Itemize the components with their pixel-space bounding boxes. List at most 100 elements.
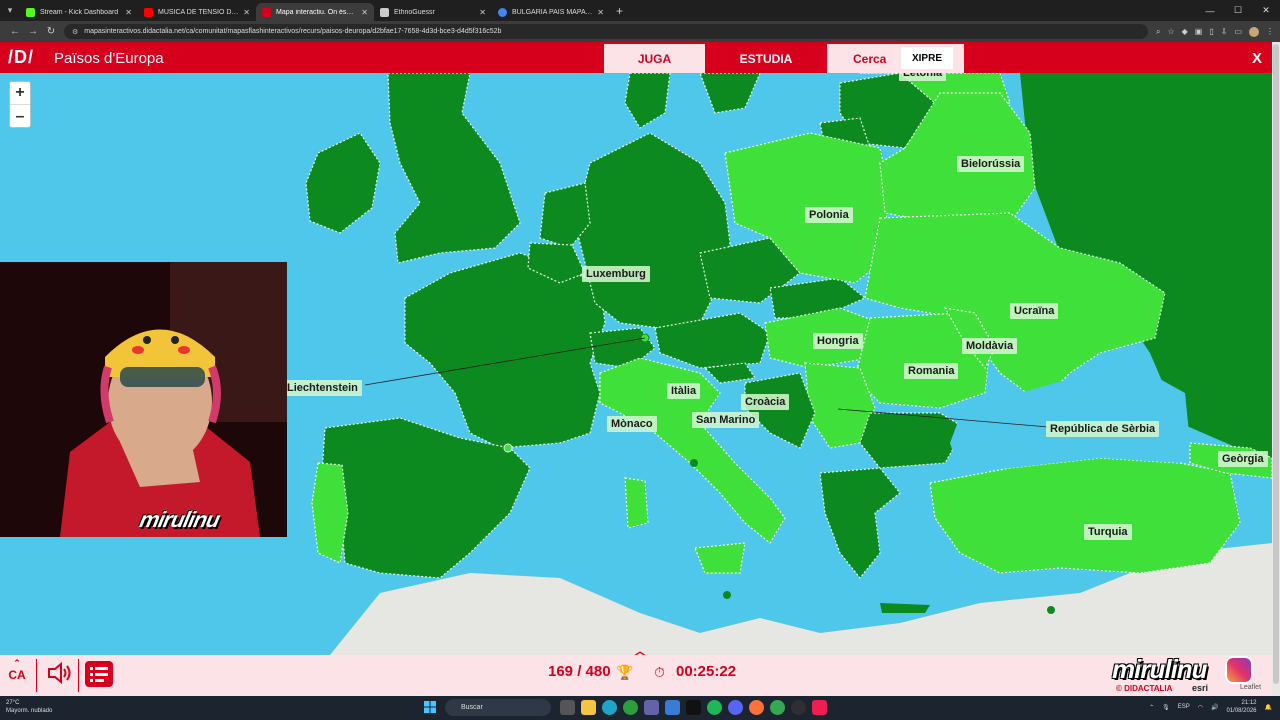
close-tab-icon[interactable]: ✕ — [479, 8, 486, 17]
browser-tab-kick[interactable]: Stream - Kick Dashboard ✕ — [20, 3, 138, 21]
browser-tab-google[interactable]: BULGARIA PAIS MAPA - Cerca ... ✕ — [492, 3, 610, 21]
extension-icon[interactable]: ◆ — [1182, 27, 1188, 36]
country-andorra-marker[interactable] — [503, 443, 513, 453]
bookmark-star-icon[interactable]: ☆ — [1167, 27, 1174, 36]
label-croacia[interactable]: Croàcia — [741, 394, 790, 410]
system-clock[interactable]: 21:12 01/08/2026 — [1226, 699, 1256, 715]
windows-start-icon[interactable] — [424, 701, 436, 713]
sidebar-icon[interactable]: ▯ — [1209, 27, 1213, 36]
country-portugal[interactable] — [311, 462, 349, 564]
close-tab-icon[interactable]: ✕ — [597, 8, 604, 17]
teams-icon[interactable] — [644, 700, 659, 715]
wifi-icon[interactable]: ◠ — [1198, 704, 1203, 711]
volume-icon[interactable]: 🔊 — [1211, 704, 1218, 711]
tiktok-icon[interactable] — [686, 700, 701, 715]
sound-icon[interactable] — [46, 661, 72, 685]
didactalia-credit[interactable]: © DIDACTALIA — [1116, 684, 1172, 693]
label-monaco[interactable]: Mònaco — [607, 416, 657, 432]
country-sardinia[interactable] — [624, 477, 649, 529]
input-language[interactable]: ESP — [1178, 704, 1190, 710]
label-moldavia[interactable]: Moldàvia — [962, 338, 1018, 354]
country-sicily[interactable] — [694, 542, 746, 574]
close-window-icon[interactable]: ✕ — [1252, 0, 1280, 21]
country-croatia[interactable] — [744, 372, 816, 449]
discord-icon[interactable] — [728, 700, 743, 715]
label-polonia[interactable]: Polonia — [805, 207, 853, 223]
cast-icon[interactable]: ▭ — [1234, 27, 1242, 36]
country-germany[interactable] — [574, 132, 731, 329]
country-greece-area[interactable] — [819, 467, 901, 579]
microphone-icon[interactable]: 🎙 — [1162, 704, 1170, 711]
country-search-input[interactable]: XIPRE — [901, 47, 953, 69]
label-bielorussia[interactable]: Bielorússia — [957, 156, 1025, 172]
country-turkey[interactable] — [929, 457, 1241, 574]
browser-tab-ethnoguessr[interactable]: EthnoGuessr ✕ — [374, 3, 492, 21]
xbox-icon[interactable] — [623, 700, 638, 715]
weather-widget[interactable]: 27°C Mayorm. nublado — [6, 699, 52, 715]
browser-tab-music[interactable]: MÚSICA DE TENSIÓ D''EL... ✕ — [138, 3, 256, 21]
leaflet-credit[interactable]: Leaflet — [1240, 684, 1261, 691]
obs-icon[interactable] — [791, 700, 806, 715]
taskbar-search[interactable]: Buscar — [445, 699, 551, 716]
tiktok-live-icon[interactable] — [812, 700, 827, 715]
country-france[interactable] — [404, 252, 606, 449]
country-list-button[interactable] — [85, 661, 113, 687]
menu-kebab-icon[interactable]: ⋮ — [1266, 27, 1274, 36]
close-tab-icon[interactable]: ✕ — [125, 8, 132, 17]
esri-credit[interactable]: esri — [1192, 683, 1208, 693]
tab-search-icon[interactable]: ▾ — [0, 0, 20, 21]
chrome-icon[interactable] — [770, 700, 785, 715]
new-tab-icon[interactable]: + — [610, 4, 629, 18]
edge-icon[interactable] — [602, 700, 617, 715]
maximize-icon[interactable]: ☐ — [1224, 0, 1252, 21]
browser-tab-map[interactable]: Mapa interactiu. On és? Països... ✕ — [256, 3, 374, 21]
close-app-button[interactable]: X — [1252, 50, 1262, 67]
label-luxemburg[interactable]: Luxemburg — [582, 266, 650, 282]
country-bulgaria[interactable] — [859, 412, 966, 469]
tray-chevron-icon[interactable]: ⌃ — [1149, 704, 1154, 711]
label-ucraina[interactable]: Ucraïna — [1010, 303, 1059, 319]
back-icon[interactable]: ← — [6, 26, 24, 37]
island-crete[interactable] — [880, 603, 930, 613]
label-georgia[interactable]: Geòrgia — [1218, 451, 1268, 467]
label-liechtenstein[interactable]: Liechtenstein — [283, 380, 362, 396]
reload-icon[interactable]: ↻ — [42, 26, 60, 37]
zoom-out-button[interactable]: – — [10, 105, 30, 128]
country-sweden[interactable] — [699, 73, 761, 114]
country-malta-marker[interactable] — [723, 591, 731, 599]
minimize-icon[interactable]: — — [1196, 0, 1224, 21]
country-denmark[interactable] — [624, 73, 671, 129]
country-cyprus-marker[interactable] — [1047, 606, 1055, 614]
play-mode-button[interactable]: JUGA — [604, 44, 705, 73]
zoom-in-button[interactable]: + — [10, 82, 30, 105]
label-italia[interactable]: Itàlia — [667, 383, 701, 399]
firefox-icon[interactable] — [749, 700, 764, 715]
close-tab-icon[interactable]: ✕ — [243, 8, 250, 17]
language-selector[interactable]: ⌃ CA — [8, 659, 26, 683]
page-scrollbar[interactable] — [1272, 42, 1280, 696]
label-serbia[interactable]: República de Sèrbia — [1046, 421, 1160, 437]
spotify-icon[interactable] — [707, 700, 722, 715]
store-icon[interactable] — [665, 700, 680, 715]
label-san-marino[interactable]: San Marino — [692, 412, 760, 428]
extensions-puzzle-icon[interactable]: ▣ — [1195, 27, 1203, 36]
label-hongria[interactable]: Hongria — [813, 333, 863, 349]
country-uk[interactable] — [387, 73, 521, 264]
task-view-icon[interactable] — [560, 700, 575, 715]
study-mode-button[interactable]: ESTUDIA — [706, 44, 826, 73]
label-turquia[interactable]: Turquia — [1084, 524, 1132, 540]
downloads-icon[interactable]: ⇩ — [1221, 27, 1228, 36]
scrollbar-thumb[interactable] — [1273, 44, 1279, 684]
notification-bell-icon[interactable]: 🔔 — [1265, 704, 1272, 711]
zoom-icon[interactable]: ⌕ — [1156, 27, 1160, 37]
forward-icon[interactable]: → — [24, 26, 42, 37]
file-explorer-icon[interactable] — [581, 700, 596, 715]
country-vatican-marker[interactable] — [690, 459, 698, 467]
profile-avatar[interactable] — [1249, 26, 1259, 37]
site-info-icon[interactable]: ⚙ — [72, 28, 78, 36]
close-tab-icon[interactable]: ✕ — [361, 8, 368, 17]
url-field[interactable]: ⚙ mapasinteractivos.didactalia.net/ca/co… — [64, 24, 1148, 39]
label-romania[interactable]: Romania — [904, 363, 959, 379]
country-ireland[interactable] — [305, 132, 381, 234]
label-letonia[interactable]: Letònia — [899, 73, 947, 81]
